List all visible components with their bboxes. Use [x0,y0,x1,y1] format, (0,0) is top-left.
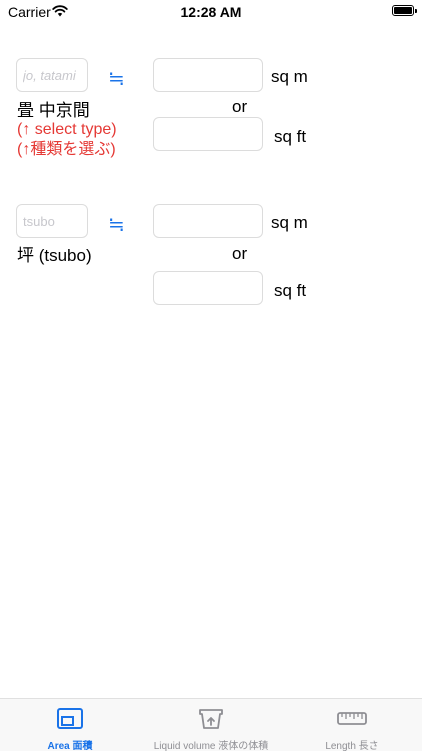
tab-area[interactable]: Area 面積 [0,699,140,752]
tsubo-or-label: or [232,244,248,263]
tab-length[interactable]: Length 長さ [282,699,422,752]
jo-or-label: or [232,97,248,116]
tsubo-unit-sqm: sq m [271,213,308,232]
jo-sqm-field[interactable] [153,58,263,92]
ruler-icon [337,707,367,736]
approx-equal-icon: ≒ [108,68,125,90]
status-bar: Carrier 12:28 AM [0,0,422,24]
battery-icon [392,5,417,16]
jo-unit-sqft: sq ft [274,127,307,146]
jo-unit-sqm: sq m [271,67,308,86]
liquid-volume-icon [197,707,225,736]
jo-type-label[interactable]: 畳 中京間 [17,96,90,121]
jo-select-type-hint-ja: (↑種類を選ぶ) [17,141,116,158]
jo-sqft-field[interactable] [153,117,263,151]
tsubo-sqm-field[interactable] [153,204,263,238]
clock-time: 12:28 AM [180,4,242,20]
tsubo-sqft-field[interactable] [153,271,263,305]
jo-select-type-hint: (↑ select type) [17,121,117,138]
approx-equal-icon: ≒ [108,214,125,236]
tab-bar: Area 面積 Liquid volume 液体の体積 Length 長さ [0,698,422,752]
tsubo-label: 坪 (tsubo) [17,246,92,265]
tsubo-unit-sqft: sq ft [274,281,307,300]
area-icon [56,707,84,736]
tab-liquid-volume[interactable]: Liquid volume 液体の体積 [140,699,282,752]
jo-tatami-input[interactable] [16,58,88,92]
tsubo-input[interactable] [16,204,88,238]
